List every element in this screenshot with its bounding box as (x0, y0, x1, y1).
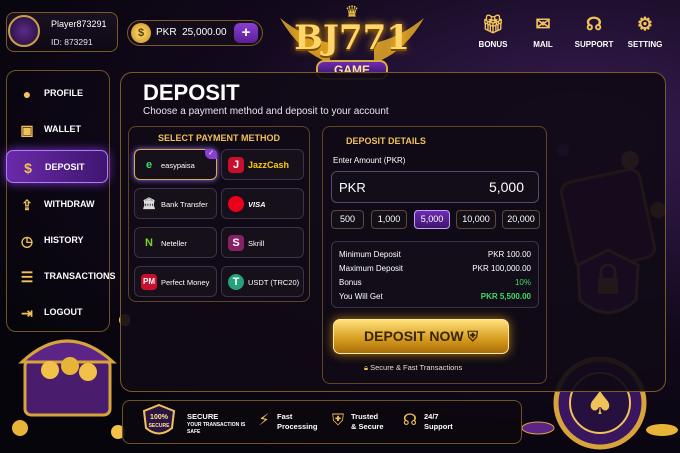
method-usdt[interactable]: T USDT (TRC20) (221, 266, 304, 297)
page-title: DEPOSIT (143, 80, 240, 105)
shield-check-icon: ⛨ (331, 412, 344, 429)
nav-setting[interactable]: ⚙ SETTING (618, 14, 672, 49)
headset-icon: ☊ (586, 14, 602, 34)
amount-currency: PKR (339, 180, 366, 195)
easypaisa-icon: e (145, 159, 153, 171)
avatar[interactable] (8, 15, 40, 47)
jazzcash-icon: J (228, 157, 244, 173)
secure-note: 🔒︎ Secure & Fast Transactions (364, 363, 463, 372)
logout-icon: ⇥ (21, 305, 33, 321)
withdraw-icon: ⇪ (21, 197, 33, 213)
method-visa[interactable]: VISA (221, 188, 304, 219)
mail-icon: ✉ (535, 14, 551, 34)
perfect-money-icon: PM (141, 274, 157, 290)
feature-bar (122, 400, 522, 444)
dollar-icon: $ (24, 160, 32, 176)
info-row: You Will Get PKR 5,500.00 (339, 292, 531, 301)
neteller-icon: N (145, 237, 153, 249)
crown-icon: ♛ (344, 4, 360, 21)
amount-value[interactable]: 5,000 (460, 179, 524, 195)
nav-mail[interactable]: ✉ MAIL (516, 14, 570, 49)
list-icon: ☰ (20, 269, 34, 285)
method-bank-transfer[interactable]: 🏛︎ Bank Transfer (134, 188, 217, 219)
add-balance-button[interactable]: + (234, 23, 258, 43)
gift-icon: 🎁︎ (481, 14, 505, 34)
method-easypaisa[interactable]: e easypaisa ✓ (134, 149, 217, 180)
usdt-icon: T (228, 274, 244, 290)
feature-trusted: Trusted & Secure (351, 412, 384, 431)
skrill-icon: S (228, 235, 244, 251)
sidebar-item-transactions[interactable]: ☰ TRANSACTIONS (6, 260, 116, 293)
username: Player873291 (51, 19, 107, 29)
feature-fast: Fast Processing (277, 412, 318, 431)
info-row: Minimum Deposit PKR 100.00 (339, 250, 531, 259)
sidebar-item-profile[interactable]: ● PROFILE (6, 77, 108, 110)
sidebar-item-withdraw[interactable]: ⇪ WITHDRAW (6, 188, 108, 221)
coin-icon: $ (131, 23, 151, 43)
amount-chip[interactable]: 10,000 (456, 210, 496, 229)
secure-badge: 100% SECURE (148, 414, 170, 429)
method-jazzcash[interactable]: J JazzCash (221, 149, 304, 180)
amount-chip[interactable]: 1,000 (371, 210, 407, 229)
wallet-icon: ▣ (20, 122, 34, 138)
amount-label: Enter Amount (PKR) (333, 156, 406, 165)
amount-chip-selected[interactable]: 5,000 (414, 210, 450, 229)
nav-bonus[interactable]: 🎁︎ BONUS (466, 14, 520, 49)
payment-heading: SELECT PAYMENT METHOD (157, 133, 280, 143)
card-icon (228, 196, 244, 212)
amount-chip[interactable]: 20,000 (502, 210, 540, 229)
sidebar-item-history[interactable]: ◷ HISTORY (6, 224, 108, 257)
bank-icon: 🏛︎ (142, 198, 156, 210)
deposit-now-button[interactable]: DEPOSIT NOW ⛨ (333, 319, 509, 354)
info-row: Bonus 10% (339, 278, 531, 287)
method-skrill[interactable]: S Skrill (221, 227, 304, 258)
user-id: ID: 873291 (51, 37, 93, 47)
lock-icon: 🔒︎ (364, 363, 368, 372)
logo-text[interactable]: BJ771 (282, 18, 422, 58)
check-icon: ✓ (205, 149, 217, 159)
details-heading: DEPOSIT DETAILS (346, 136, 426, 146)
feature-secure: SECURE YOUR TRANSACTION IS SAFE (187, 412, 246, 435)
sidebar-item-deposit[interactable]: $ DEPOSIT (6, 150, 108, 183)
feature-support: 24/7 Support (424, 412, 453, 431)
gear-icon: ⚙ (636, 14, 654, 34)
info-row: Maximum Deposit PKR 100,000.00 (339, 264, 531, 273)
shield-check-icon: ⛨ (467, 328, 478, 344)
sidebar-item-wallet[interactable]: ▣ WALLET (6, 113, 108, 146)
balance-amount: PKR 25,000.00 (156, 27, 227, 38)
sidebar-item-logout[interactable]: ⇥ LOGOUT (6, 296, 108, 329)
page-subtitle: Choose a payment method and deposit to y… (143, 106, 389, 117)
method-neteller[interactable]: N Neteller (134, 227, 217, 258)
user-icon: ● (22, 86, 32, 102)
clock-icon: ◷ (20, 233, 34, 249)
nav-support[interactable]: ☊ SUPPORT (567, 14, 621, 49)
headset-icon: ☊ (402, 412, 418, 429)
method-perfect-money[interactable]: PM Perfect Money (134, 266, 217, 297)
lightning-gear-icon: ⚡︎ (258, 412, 270, 429)
amount-chip[interactable]: 500 (331, 210, 364, 229)
